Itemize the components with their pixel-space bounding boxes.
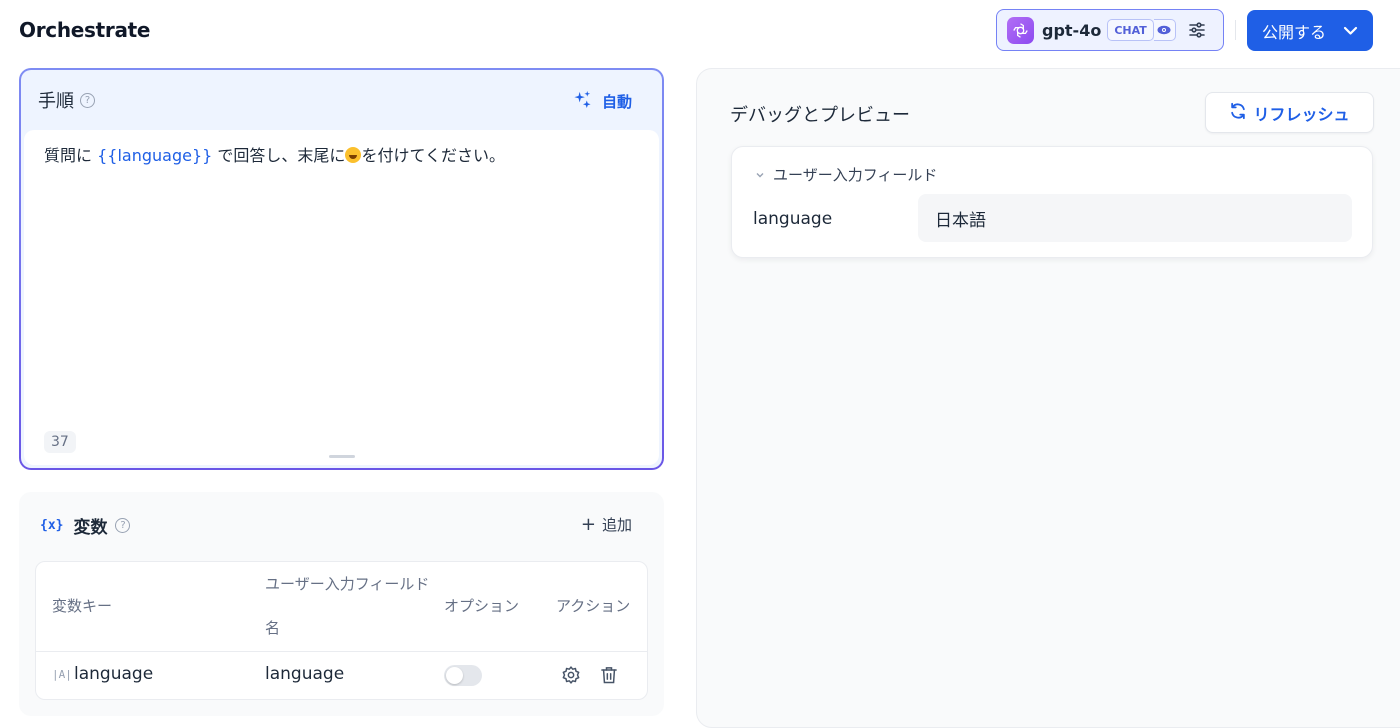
help-icon[interactable]: ? xyxy=(80,92,95,108)
variables-title: 変数 xyxy=(73,518,108,538)
openai-logo-icon xyxy=(1007,16,1034,44)
prompt-text-before: 質問に xyxy=(44,146,93,165)
vision-eye-icon xyxy=(1153,19,1176,41)
column-header-field-name: ユーザー入力フィールド名 xyxy=(265,575,430,637)
chevron-down-icon xyxy=(1342,22,1359,43)
debug-title: デバッグとプレビュー xyxy=(730,105,910,126)
publish-label: 公開する xyxy=(1262,22,1327,42)
prompt-variable-token: {{language}} xyxy=(97,146,213,165)
prompt-text-after: で回答し、末尾に xyxy=(217,146,346,165)
char-count-badge: 37 xyxy=(44,431,76,453)
model-name: gpt-4o xyxy=(1042,20,1102,40)
prompt-card: 手順 ? 自動 質問に {{language}} で回答し、末尾に を付けてくださ… xyxy=(19,68,664,470)
user-input-card: ユーザー入力フィールド language 日本語 xyxy=(731,146,1373,258)
trash-icon[interactable] xyxy=(599,665,619,689)
user-input-section-label: ユーザー入力フィールド xyxy=(773,166,938,184)
column-header-key: 変数キー xyxy=(52,597,113,615)
column-header-actions: アクション xyxy=(556,597,631,615)
column-header-optional: オプション xyxy=(444,597,520,615)
variable-braces-icon: {x} xyxy=(40,518,64,533)
field-label-language: language xyxy=(753,209,833,229)
prompt-editor[interactable]: 質問に {{language}} で回答し、末尾に を付けてください。 37 xyxy=(24,130,659,465)
publish-button[interactable]: 公開する xyxy=(1247,10,1373,51)
language-input[interactable]: 日本語 xyxy=(918,194,1352,242)
add-variable-button[interactable]: + 追加 xyxy=(581,514,632,535)
help-icon[interactable]: ? xyxy=(115,518,131,533)
model-settings-sliders-icon[interactable] xyxy=(1186,19,1208,41)
user-input-section-toggle[interactable]: ユーザー入力フィールド xyxy=(755,164,937,185)
variables-card: {x} 変数 ? + 追加 変数キー ユーザー入力フィールド名 オプション アク… xyxy=(19,492,664,716)
auto-generate-button[interactable]: 自動 xyxy=(573,90,632,113)
prompt-text-end: を付けてください。 xyxy=(361,146,505,165)
smiley-emoji-icon xyxy=(345,147,362,163)
variable-field-name-cell[interactable]: language xyxy=(265,664,344,684)
text-input-type-icon: |A| xyxy=(52,668,72,681)
prompt-title: 手順 xyxy=(38,91,74,112)
variables-table: 変数キー ユーザー入力フィールド名 オプション アクション |A| langua… xyxy=(35,561,648,700)
debug-preview-panel: デバッグとプレビュー リフレッシュ ユーザー入力フィールド language 日… xyxy=(696,68,1400,728)
resize-handle[interactable] xyxy=(328,455,355,458)
page-title: Orchestrate xyxy=(19,18,151,42)
variable-key-cell[interactable]: language xyxy=(74,664,153,684)
chat-mode-badge: CHAT xyxy=(1107,19,1154,41)
model-selector[interactable]: gpt-4o CHAT xyxy=(996,9,1224,51)
row-divider xyxy=(36,651,647,652)
refresh-button[interactable]: リフレッシュ xyxy=(1205,92,1374,133)
gear-icon[interactable] xyxy=(561,665,581,689)
refresh-label: リフレッシュ xyxy=(1253,104,1350,124)
auto-label: 自動 xyxy=(601,93,632,111)
refresh-icon xyxy=(1229,102,1247,124)
prompt-text: 質問に {{language}} で回答し、末尾に を付けてください。 xyxy=(44,145,505,167)
optional-toggle[interactable] xyxy=(444,665,482,686)
chevron-down-icon xyxy=(755,166,765,184)
header-divider xyxy=(1235,20,1236,40)
sparkle-icon xyxy=(573,90,592,113)
plus-icon: + xyxy=(580,514,596,535)
add-label: 追加 xyxy=(601,516,632,534)
